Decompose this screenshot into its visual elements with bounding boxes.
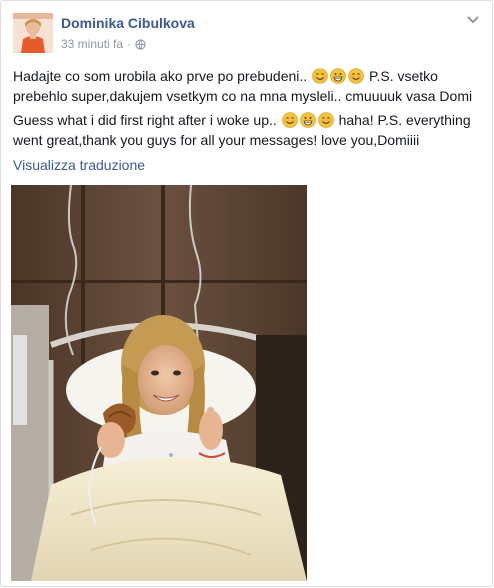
chevron-down-icon[interactable] bbox=[466, 15, 480, 25]
author-avatar[interactable] bbox=[13, 13, 53, 53]
post-timestamp[interactable]: 33 minuti fa bbox=[61, 37, 123, 51]
translate-link[interactable]: Visualizza traduzione bbox=[13, 157, 145, 173]
globe-icon[interactable] bbox=[135, 38, 146, 50]
post-photo-image bbox=[11, 185, 307, 581]
smile-emoji-icon bbox=[348, 68, 364, 84]
post-card: Dominika Cibulkova 33 minuti fa · Hadajt… bbox=[0, 0, 493, 587]
post-text-english: Guess what i did first right after i wok… bbox=[13, 110, 481, 150]
post-text-slovak: Hadajte co som urobila ako prve po prebu… bbox=[13, 66, 481, 106]
smile-emoji-icon bbox=[312, 68, 328, 84]
post-meta: 33 minuti fa · bbox=[61, 37, 146, 51]
post-text-en-part1: Guess what i did first right after i wok… bbox=[13, 112, 277, 128]
smile-emoji-icon bbox=[281, 112, 298, 128]
post-photo[interactable] bbox=[11, 185, 307, 581]
author-name[interactable]: Dominika Cibulkova bbox=[61, 15, 195, 31]
smile-emoji-icon bbox=[317, 112, 334, 128]
grin-emoji-icon bbox=[299, 112, 316, 128]
grin-emoji-icon bbox=[330, 68, 346, 84]
meta-separator: · bbox=[127, 37, 132, 51]
post-text-sk-part1: Hadajte co som urobila ako prve po prebu… bbox=[13, 68, 308, 84]
